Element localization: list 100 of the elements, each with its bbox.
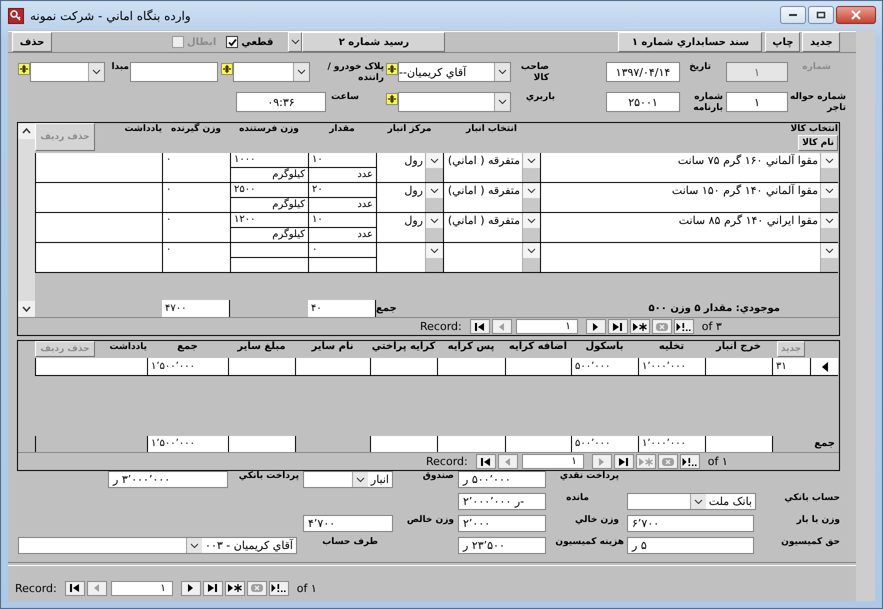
window-title: وارده بنگاه اماني - شرکت نمونه: [30, 8, 191, 22]
cash-payment-field[interactable]: ۵۰۰٬۰۰۰ ر: [458, 471, 546, 488]
record-label: Record:: [15, 582, 57, 594]
warehouse-dropdown[interactable]: متفرقه ( اماني): [443, 183, 540, 212]
text-field[interactable]: [130, 62, 218, 82]
receipt-button[interactable]: رسيد شماره ۲: [302, 32, 446, 52]
filter-button[interactable]: [674, 319, 694, 334]
total-cell: [705, 436, 772, 452]
checkbox-option[interactable]: قطعي: [226, 36, 274, 48]
warehouse-dropdown[interactable]: متفرقه ( اماني): [443, 213, 540, 242]
maximize-icon: [816, 11, 826, 19]
waybill-field[interactable]: ۲۵۰۰۱: [606, 92, 680, 112]
scroll-up-icon[interactable]: [18, 123, 35, 139]
delete-button[interactable]: حذف: [12, 32, 52, 52]
quantity-cell[interactable]: ۰: [309, 243, 376, 258]
minimize-button[interactable]: [780, 6, 806, 24]
first-record-button[interactable]: [64, 580, 85, 596]
column-header: وزن گيرنده: [170, 123, 222, 136]
field-label: مانده: [565, 493, 589, 504]
center-dropdown[interactable]: رول: [376, 153, 443, 182]
record-label: Record:: [426, 455, 468, 468]
first-record-button[interactable]: [476, 454, 496, 469]
maximize-button[interactable]: [808, 6, 834, 24]
previous-icon: [498, 322, 506, 332]
unit-cell-text: عدد: [356, 168, 374, 182]
sender-weight-cell[interactable]: ۱۲۰۰: [231, 213, 308, 228]
first-record-button[interactable]: [470, 319, 490, 334]
commission-cost-field[interactable]: ۲۳٬۵۰۰ ر: [458, 537, 546, 554]
product-name-button[interactable]: نام کالا: [798, 135, 838, 151]
field-label: پرداخت بانکي: [238, 471, 299, 482]
sender-weight-cell[interactable]: ۱۰۰۰: [231, 153, 308, 168]
center-dropdown[interactable]: رول: [376, 183, 443, 212]
dropdown-button[interactable]: [288, 32, 302, 52]
next-icon: [598, 456, 606, 466]
new-record-button[interactable]: [630, 319, 650, 334]
bank-account-dropdown[interactable]: بانک ملت: [627, 493, 756, 510]
date-field[interactable]: ۱۳۹۷/۰۴/۱۴: [606, 62, 680, 82]
field-label: وزن خالص: [406, 515, 454, 526]
last-record-button[interactable]: [608, 319, 628, 334]
last-record-button[interactable]: [202, 580, 223, 596]
record-count: of ۱: [296, 582, 317, 594]
next-record-button[interactable]: [180, 580, 201, 596]
new-record-icon: [632, 322, 648, 332]
plate-dropdown[interactable]: [233, 62, 310, 82]
loaded-weight-field[interactable]: ۶٬۷۰۰: [627, 515, 754, 532]
close-button[interactable]: [836, 6, 876, 24]
quantity-cell[interactable]: ۲۰: [309, 183, 376, 198]
product-dropdown[interactable]: مقوا ايراني ۱۴۰ گرم ۸۵ سانت: [540, 213, 838, 242]
print-button[interactable]: چاپ: [765, 32, 800, 52]
plus-icon[interactable]: [221, 63, 233, 75]
last-record-button[interactable]: [614, 454, 634, 469]
record-number-field[interactable]: ۱: [522, 454, 584, 469]
receiver-weight-cell[interactable]: ۰: [162, 153, 230, 182]
vertical-scrollbar[interactable]: [18, 123, 35, 317]
carrier-dropdown[interactable]: [398, 92, 511, 112]
chevron-down-icon: [825, 188, 834, 194]
new-button[interactable]: جديد: [802, 32, 840, 52]
warehouse-dropdown[interactable]: متفرقه ( اماني): [443, 153, 540, 182]
scroll-down-icon[interactable]: [18, 301, 35, 317]
bank-payment-field[interactable]: ۳٬۰۰۰٬۰۰۰ ر: [108, 471, 228, 488]
counterparty-dropdown[interactable]: آقاي کريميان - ۰۰۳: [18, 537, 297, 554]
center-dropdown[interactable]: رول: [376, 213, 443, 242]
filter-button[interactable]: [680, 454, 700, 469]
next-record-button[interactable]: [586, 319, 606, 334]
cash-box-dropdown[interactable]: انبار: [303, 471, 393, 488]
field-label: شماره بارنامه: [692, 92, 723, 114]
stock-summary: موجودي: مقدار ۵ وزن ۵۰۰: [648, 302, 781, 316]
receiver-weight-cell[interactable]: ۰: [162, 243, 230, 272]
column-header: انتخاب کالا: [790, 123, 838, 135]
empty-weight-field[interactable]: ۲٬۰۰۰: [458, 515, 546, 532]
balance-field[interactable]: -ر ۲٬۰۰۰٬۰۰۰: [458, 493, 546, 510]
close-icon: [850, 10, 862, 20]
sender-weight-cell[interactable]: ۲۵۰۰: [231, 183, 308, 198]
product-dropdown[interactable]: مقوا آلماني ۱۶۰ گرم ۷۵ سانت: [540, 153, 838, 182]
plus-icon[interactable]: [18, 63, 30, 75]
field-label: وزن خالي: [574, 515, 619, 526]
next-icon: [592, 322, 600, 332]
column-header: مرکز انبار: [386, 123, 432, 136]
time-field[interactable]: ۰۹:۳۶: [236, 92, 326, 112]
field-label: پرداخت نقدي: [558, 471, 619, 482]
record-number-field[interactable]: ۱: [110, 580, 173, 596]
product-dropdown[interactable]: مقوا آلماني ۱۴۰ گرم ۱۵۰ سانت: [540, 183, 838, 212]
quantity-cell[interactable]: ۱۰: [309, 153, 376, 168]
owner-dropdown[interactable]: آقاي کريميان--: [398, 62, 511, 82]
origin-dropdown[interactable]: [30, 62, 105, 82]
net-weight-field[interactable]: ۴٬۷۰۰: [303, 515, 393, 532]
commission-rate-field[interactable]: ۵ ر: [627, 537, 754, 554]
voucher-button[interactable]: سند حسابداري شماره ۱: [618, 32, 762, 52]
plus-icon[interactable]: [386, 63, 398, 75]
trader-ref-field[interactable]: ۱: [726, 92, 788, 112]
record-number-field[interactable]: ۱: [516, 319, 578, 334]
new-record-icon: [227, 583, 242, 593]
new-record-button[interactable]: [224, 580, 245, 596]
filter-button[interactable]: [268, 580, 289, 596]
receiver-weight-cell[interactable]: ۰: [162, 183, 230, 212]
receiver-weight-cell[interactable]: ۰: [162, 213, 230, 242]
plus-icon[interactable]: [386, 93, 398, 105]
quantity-cell[interactable]: ۱۰: [309, 213, 376, 228]
field-label: باربري: [524, 92, 555, 103]
center-dropdown[interactable]: [376, 243, 443, 272]
